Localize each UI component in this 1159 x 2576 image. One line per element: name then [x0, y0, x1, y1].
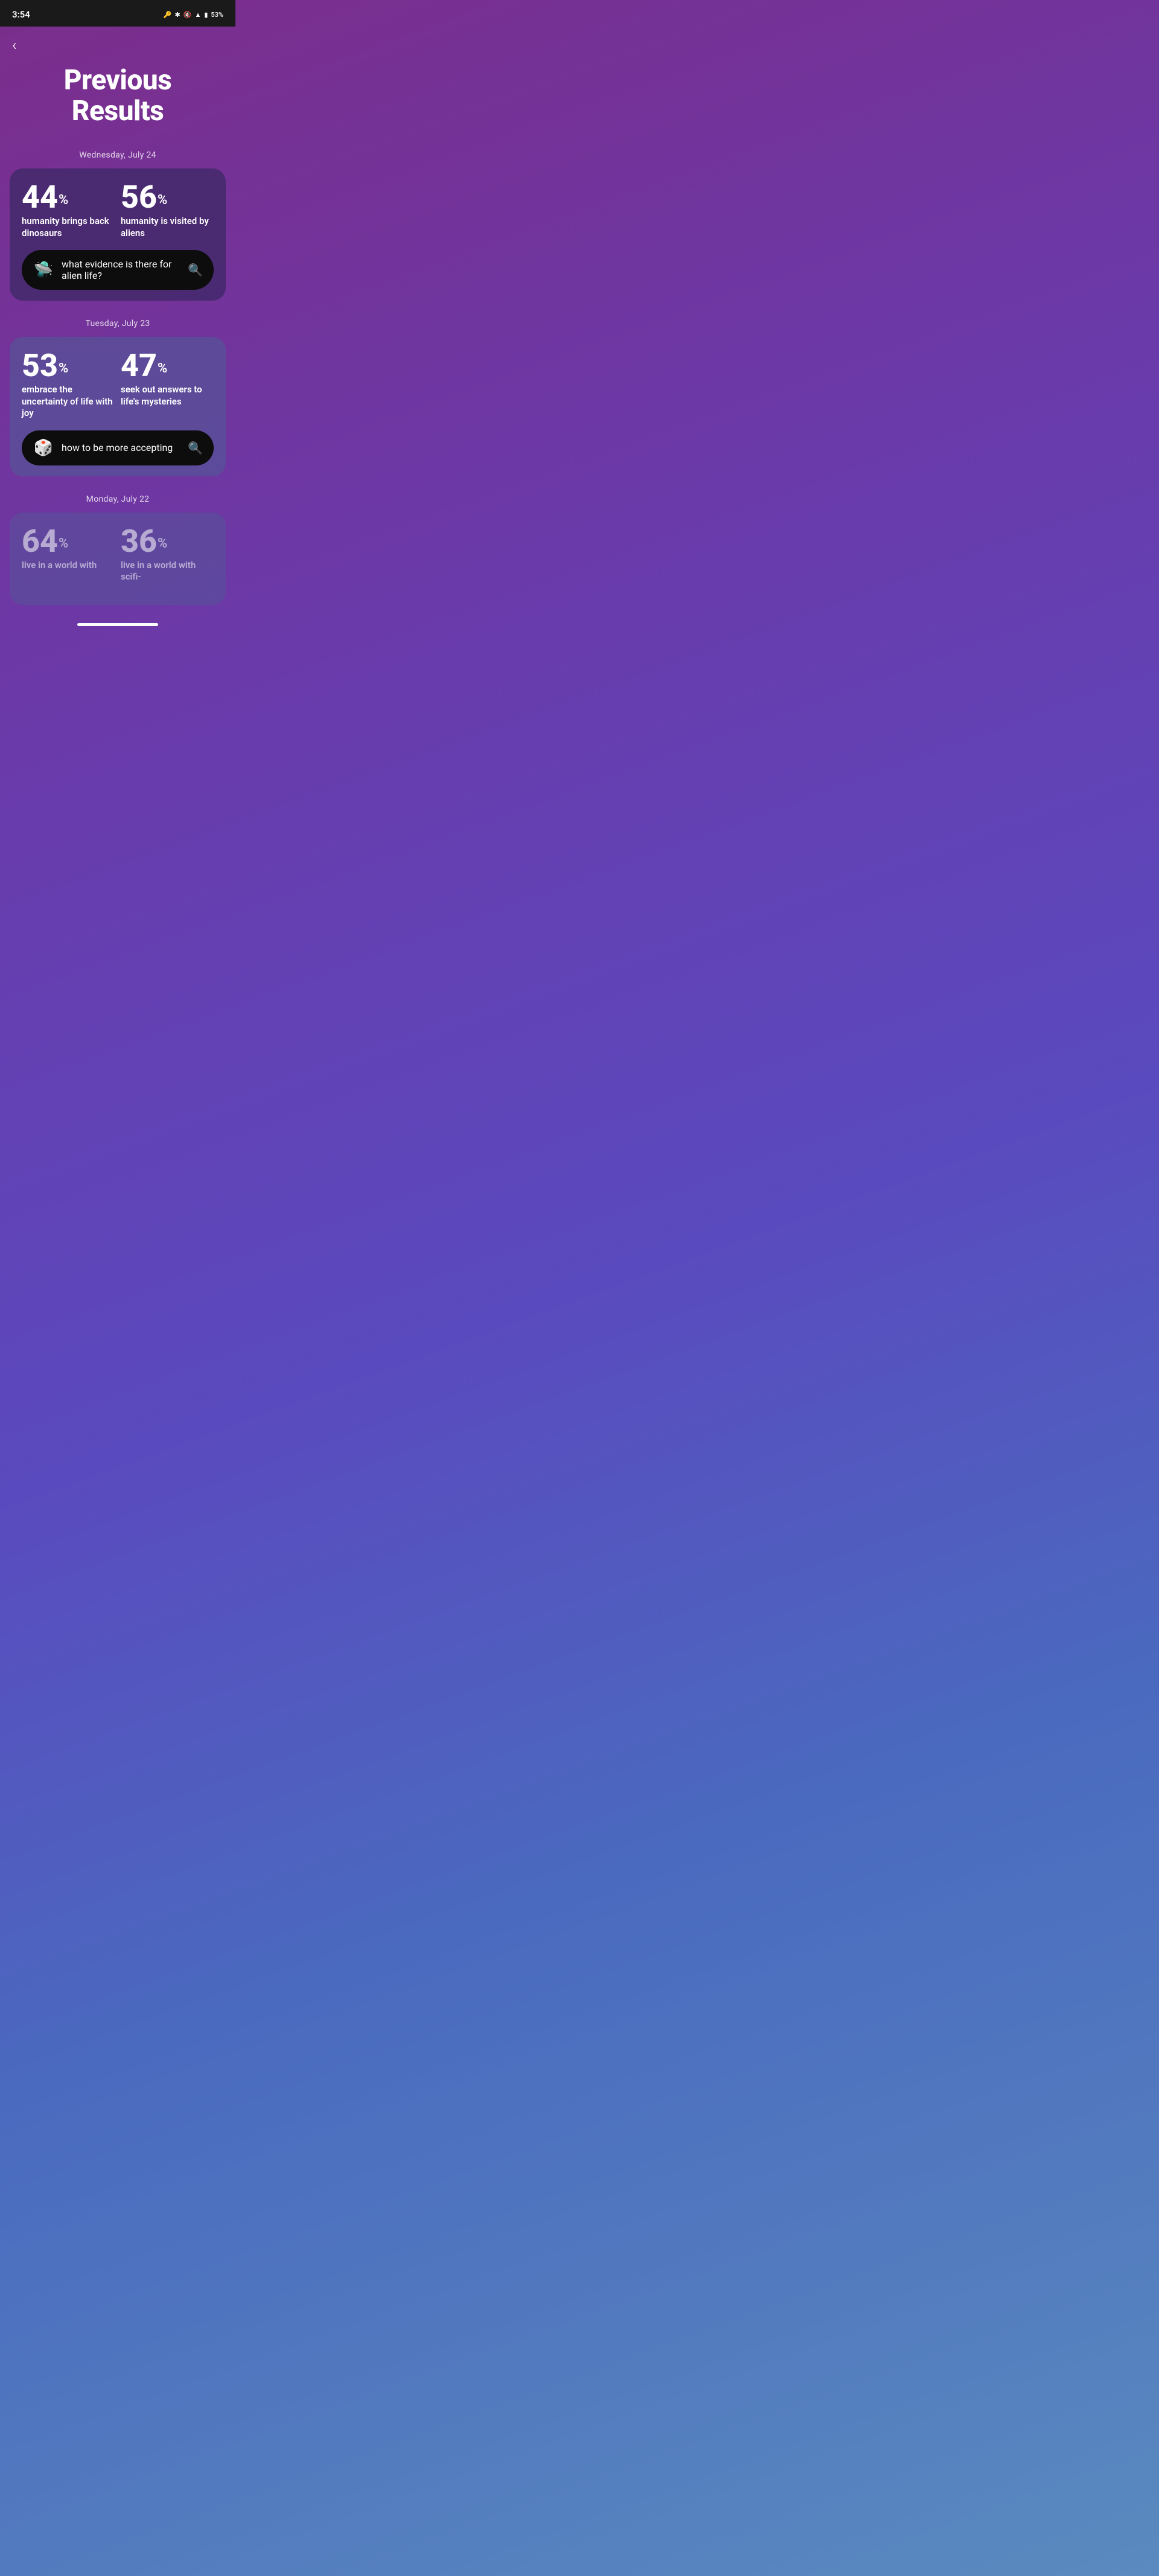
stat-label-0-2: humanity is visited by aliens — [121, 216, 214, 239]
stat-item-0-1: 44% humanity brings back dinosaurs — [22, 182, 115, 239]
stat-label-0-1: humanity brings back dinosaurs — [22, 216, 115, 239]
stat-label-1-2: seek out answers to life's mysteries — [121, 384, 214, 407]
stat-number-1-1: 53 — [22, 347, 58, 384]
search-pill-1[interactable]: 🎲 how to be more accepting 🔍 — [22, 430, 214, 465]
back-arrow-icon: ‹ — [12, 36, 17, 54]
status-icons: 🔑 ✱ 🔇 ▲ ▮ 53% — [164, 11, 223, 19]
stat-number-1-2: 47 — [121, 347, 157, 384]
page-title: Previous Results — [0, 59, 235, 150]
home-indicator — [77, 623, 158, 626]
search-pill-icon-0: 🛸 — [33, 261, 54, 279]
search-pill-icon-1: 🎲 — [33, 439, 54, 457]
stat-number-0-1: 44 — [22, 179, 58, 216]
stat-number-2-2: 36 — [121, 523, 157, 560]
stat-percent-1-2: % — [158, 361, 167, 376]
stat-item-2-2: 36% live in a world with scifi- — [121, 526, 214, 583]
stat-label-1-1: embrace the uncertainty of life with joy — [22, 384, 115, 420]
search-pill-0[interactable]: 🛸 what evidence is there for alien life?… — [22, 250, 214, 290]
stat-number-2-1: 64 — [22, 523, 58, 560]
search-mag-icon-1: 🔍 — [188, 441, 203, 455]
status-time: 3:54 — [12, 9, 30, 20]
result-card-0: 44% humanity brings back dinosaurs 56% h… — [10, 168, 226, 301]
stat-item-1-1: 53% embrace the uncertainty of life with… — [22, 350, 115, 420]
stat-label-2-2: live in a world with scifi- — [121, 560, 214, 583]
search-mag-icon-0: 🔍 — [188, 263, 203, 277]
stat-number-0-2: 56 — [121, 179, 157, 216]
stat-item-0-2: 56% humanity is visited by aliens — [121, 182, 214, 239]
result-card-2: 64% live in a world with 36% live in a w… — [10, 513, 226, 605]
signal-icon: ▮ — [204, 11, 208, 19]
search-pill-text-0: what evidence is there for alien life? — [62, 258, 180, 281]
stat-percent-2-1: % — [59, 536, 68, 551]
stat-percent-0-2: % — [158, 193, 167, 208]
result-stats-2: 64% live in a world with 36% live in a w… — [22, 526, 214, 583]
mute-icon: 🔇 — [184, 11, 192, 19]
back-button[interactable]: ‹ — [0, 27, 29, 59]
key-icon: 🔑 — [164, 11, 172, 19]
stat-label-2-1: live in a world with — [22, 560, 115, 572]
bluetooth-icon: ✱ — [175, 11, 180, 19]
date-label-2: Monday, July 22 — [0, 494, 235, 504]
status-bar: 3:54 🔑 ✱ 🔇 ▲ ▮ 53% — [0, 0, 235, 27]
stat-item-2-1: 64% live in a world with — [22, 526, 115, 583]
stat-item-1-2: 47% seek out answers to life's mysteries — [121, 350, 214, 420]
stat-percent-1-1: % — [59, 361, 68, 376]
wifi-icon: ▲ — [194, 11, 201, 19]
date-label-0: Wednesday, July 24 — [0, 150, 235, 160]
result-stats-0: 44% humanity brings back dinosaurs 56% h… — [22, 182, 214, 239]
search-pill-text-1: how to be more accepting — [62, 442, 180, 453]
stat-percent-0-1: % — [59, 193, 68, 208]
date-label-1: Tuesday, July 23 — [0, 319, 235, 328]
stat-percent-2-2: % — [158, 536, 167, 551]
battery-level: 53% — [211, 11, 223, 19]
result-stats-1: 53% embrace the uncertainty of life with… — [22, 350, 214, 420]
result-card-1: 53% embrace the uncertainty of life with… — [10, 337, 226, 476]
